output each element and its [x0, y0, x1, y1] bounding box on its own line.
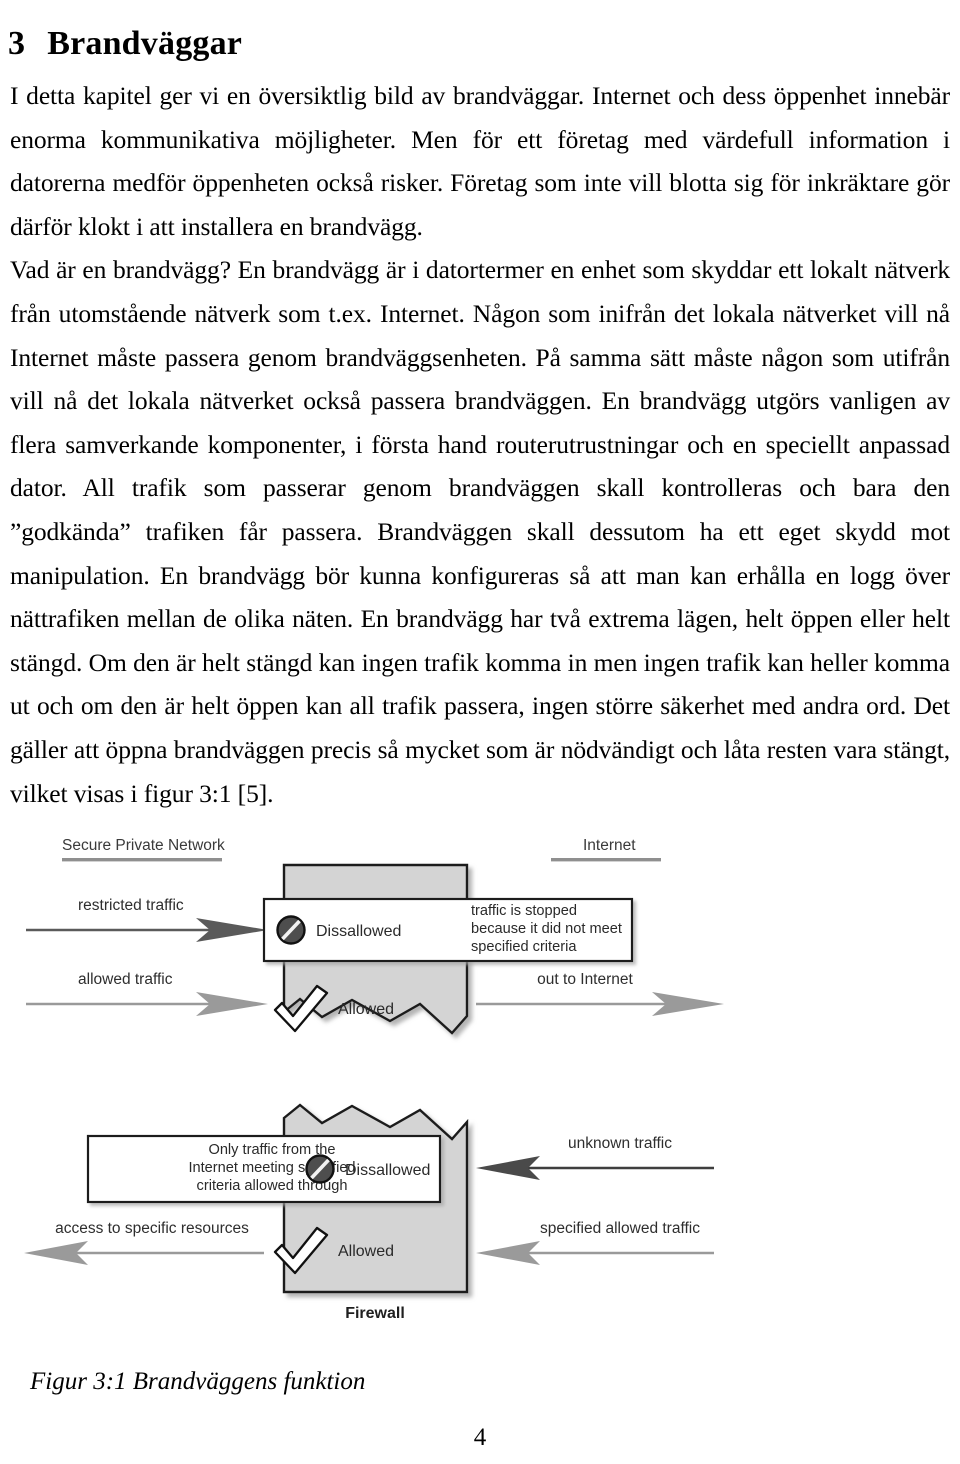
zone-label-left-text: Secure Private Network: [62, 837, 225, 854]
zone-label-left: Secure Private Network: [62, 837, 225, 862]
decision-upper-dissallowed-label: Dissallowed: [316, 923, 401, 940]
arrow-out-to-internet: out to Internet: [476, 971, 724, 1016]
page-title: 3 Brandväggar: [8, 25, 242, 63]
arrow-specified-allowed-traffic-label: specified allowed traffic: [540, 1220, 700, 1237]
arrow-access-to-specific-resources: access to specific resources: [24, 1220, 264, 1265]
arrow-allowed-traffic: allowed traffic: [26, 971, 268, 1016]
body-text: I detta kapitel ger vi en översiktlig bi…: [10, 74, 950, 815]
zone-label-left-underline: [62, 858, 222, 862]
stopped-callout-line-3: specified criteria: [471, 939, 577, 955]
paragraph-1: I detta kapitel ger vi en översiktlig bi…: [10, 81, 950, 241]
decision-lower-allowed-label: Allowed: [338, 1243, 394, 1260]
arrow-access-to-specific-resources-label: access to specific resources: [55, 1220, 249, 1237]
paragraph-2: Vad är en brandvägg? En brandvägg är i d…: [10, 255, 950, 808]
chapter-title: Brandväggar: [47, 24, 243, 62]
arrow-allowed-traffic-label: allowed traffic: [78, 971, 173, 988]
zone-label-right: Internet: [551, 837, 661, 862]
page-number: 4: [473, 1424, 487, 1451]
figure-caption: Figur 3:1 Brandväggens funktion: [30, 1368, 366, 1395]
zone-label-right-underline: [551, 858, 661, 862]
arrow-unknown-traffic-label: unknown traffic: [568, 1135, 672, 1152]
decision-upper-allowed-label: Allowed: [338, 1001, 394, 1018]
document-page: 3 Brandväggar I detta kapitel ger vi en ö…: [0, 0, 960, 1464]
stopped-callout-line-2: because it did not meet: [471, 921, 622, 937]
decision-lower-dissallowed-label: Dissallowed: [345, 1162, 430, 1179]
zone-label-right-text: Internet: [583, 837, 636, 854]
arrow-unknown-traffic: unknown traffic: [476, 1135, 714, 1180]
arrow-out-to-internet-label: out to Internet: [537, 971, 633, 988]
arrow-specified-allowed-traffic: specified allowed traffic: [476, 1220, 714, 1265]
arrow-restricted-traffic: restricted traffic: [26, 897, 268, 942]
chapter-number: 3: [8, 24, 26, 62]
figure-firewall-diagram: Secure Private Network Internet Firewall…: [0, 818, 960, 1358]
arrow-restricted-traffic-label: restricted traffic: [78, 897, 184, 914]
firewall-label: Firewall: [345, 1305, 405, 1322]
stopped-callout-line-1: traffic is stopped: [471, 903, 577, 919]
